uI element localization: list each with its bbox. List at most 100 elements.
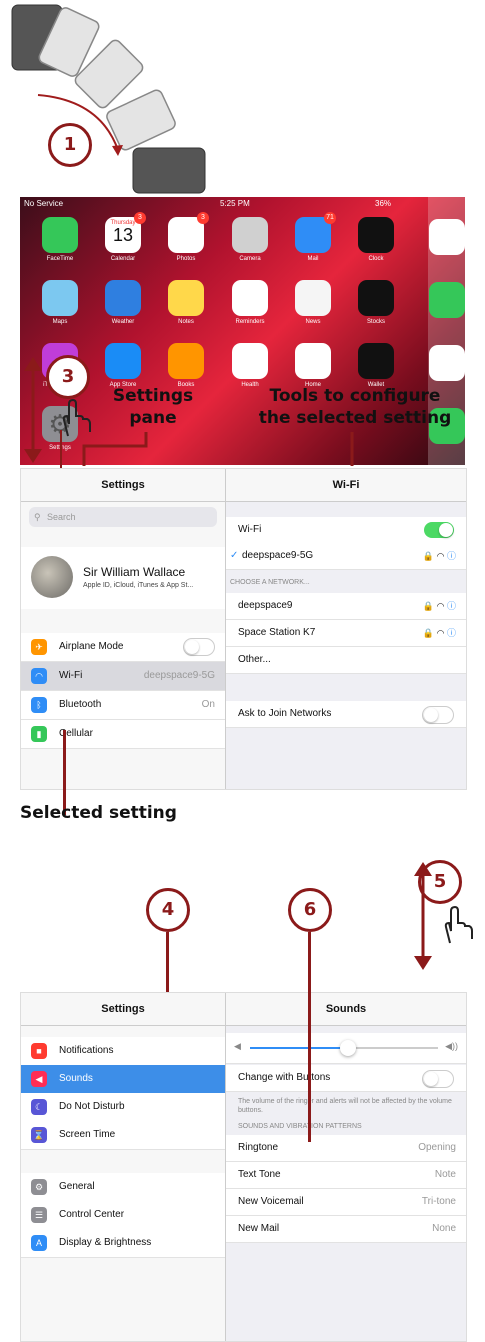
wifi-icon: ◠ [31,668,47,684]
user-subtitle: Apple ID, iCloud, iTunes & App St... [83,582,194,589]
network-row[interactable]: deepspace9 🔒 ◠ ⓘ [226,593,466,620]
app-label: Photos [176,256,196,262]
news-icon[interactable] [295,280,331,316]
settings-row[interactable]: ⚙ General [21,1173,225,1202]
connected-network-row[interactable]: ✓ deepspace9-5G 🔒 ◠ ⓘ [226,543,466,570]
network-name: Other... [238,654,271,665]
calendar-date: 13 [112,225,134,245]
sound-row[interactable]: New Mail None [226,1216,466,1243]
network-row[interactable]: Space Station K7 🔒 ◠ ⓘ [226,620,466,647]
sound-value: None [432,1223,456,1234]
safari-icon[interactable] [429,345,465,381]
app-label: Mail [307,256,319,262]
callout-3: 3 [46,355,90,399]
sound-row[interactable]: Ringtone Opening [226,1135,466,1162]
app-label: Camera [239,256,261,262]
moon-icon: ☾ [31,1099,47,1115]
finger-swipe-icon-2 [444,905,473,944]
annotation-leader-lines [82,432,354,466]
volume-slider[interactable] [250,1040,438,1056]
airplane-icon: ✈ [31,639,47,655]
maps-icon[interactable] [42,280,78,316]
settings-row[interactable]: ▮ Cellular [21,720,225,749]
airplane-toggle[interactable] [183,638,215,656]
app-label: Notes [178,319,194,325]
app-label: Calendar [110,256,136,262]
settings-row[interactable]: ᛒ Bluetooth On [21,691,225,720]
search-icon: ⚲ [34,512,41,522]
volume-high-icon: ◀)) [445,1041,458,1051]
sounds-icon: ◀ [31,1071,47,1087]
sounds-pane-title: Sounds [226,993,466,1026]
stocks-icon[interactable] [358,280,394,316]
settings-row-label: Display & Brightness [59,1237,152,1248]
clock-icon[interactable] [358,217,394,253]
network-row[interactable]: Other... [226,647,466,674]
notification-badge: 3 [134,212,146,224]
facetime-icon[interactable] [42,217,78,253]
app-label: Stocks [366,319,385,325]
music-icon[interactable] [429,219,465,255]
notes-icon[interactable] [168,280,204,316]
heart-icon[interactable] [232,343,268,379]
apple-id-row[interactable]: Sir William Wallace Apple ID, iCloud, iT… [21,547,225,609]
settings-row[interactable]: ■ Notifications [21,1037,225,1066]
bluetooth-icon: ᛒ [31,697,47,713]
settings-row[interactable]: ☾ Do Not Disturb [21,1093,225,1122]
settings-row[interactable]: ◠ Wi-Fi deepspace9-5G [21,662,225,691]
info-icon[interactable]: ⓘ [447,601,456,611]
ask-join-row: Ask to Join Networks [226,701,466,728]
sound-row[interactable]: New Voicemail Tri-tone [226,1189,466,1216]
settings-row-value: deepspace9-5G [143,670,215,681]
ipad-landscape-shape [132,147,206,194]
sound-row[interactable]: Text Tone Note [226,1162,466,1189]
scroll-arrow-5 [414,862,432,970]
display-icon: A [31,1235,47,1251]
sound-value: Opening [418,1142,456,1153]
app-label: Reminders [235,319,265,325]
info-icon[interactable]: ⓘ [447,551,456,561]
info-icon[interactable]: ⓘ [447,628,456,638]
ask-join-toggle[interactable] [422,706,454,724]
books-icon[interactable] [168,343,204,379]
sound-value: Note [434,1169,456,1180]
settings-row[interactable]: ◀ Sounds [21,1065,225,1094]
reminders-icon[interactable] [232,280,268,316]
status-battery: 36% [375,199,392,208]
volume-slider-thumb[interactable] [339,1040,356,1056]
settings-row[interactable]: A Display & Brightness [21,1229,225,1258]
sound-value: Tri-tone [421,1196,456,1207]
callout-1: 1 [48,123,92,167]
weather-icon[interactable] [105,280,141,316]
change-buttons-toggle[interactable] [422,1070,454,1088]
app-label: Maps [52,319,68,325]
rotation-illustration [11,4,206,194]
app-label: FaceTime [46,256,74,262]
search-input[interactable]: ⚲ Search [29,507,217,527]
settings-row[interactable]: ✈ Airplane Mode [21,633,225,662]
avatar [31,556,73,598]
tools-annotation: Tools to configure the selected setting [258,386,452,428]
home-icon[interactable] [295,343,331,379]
status-time: 5:25 PM [220,199,250,208]
settings-row[interactable]: ⌛ Screen Time [21,1121,225,1150]
user-name: Sir William Wallace [83,565,186,579]
app-label: News [305,319,321,325]
camera-icon[interactable] [232,217,268,253]
wifi-toggle[interactable] [424,522,454,538]
messages-icon[interactable] [429,282,465,318]
network-status-icons: 🔒 ◠ ⓘ [422,628,456,638]
wallet-icon[interactable] [358,343,394,379]
settings-row-label: Airplane Mode [59,641,124,652]
settings-row-label: Control Center [59,1209,125,1220]
patterns-heading: SOUNDS AND VIBRATION PATTERNS [238,1123,362,1130]
volume-low-icon: ◀ [234,1041,241,1051]
settings-row-label: Sounds [59,1073,93,1084]
appstore-icon[interactable] [105,343,141,379]
settings-row[interactable]: ☰ Control Center [21,1201,225,1230]
network-name: deepspace9 [238,600,293,611]
settings-pane-annotation: Settings pane [112,386,194,428]
settings-pane-2-title: Settings [21,993,225,1026]
cellular-icon: ▮ [31,726,47,742]
notifications-icon: ■ [31,1043,47,1059]
